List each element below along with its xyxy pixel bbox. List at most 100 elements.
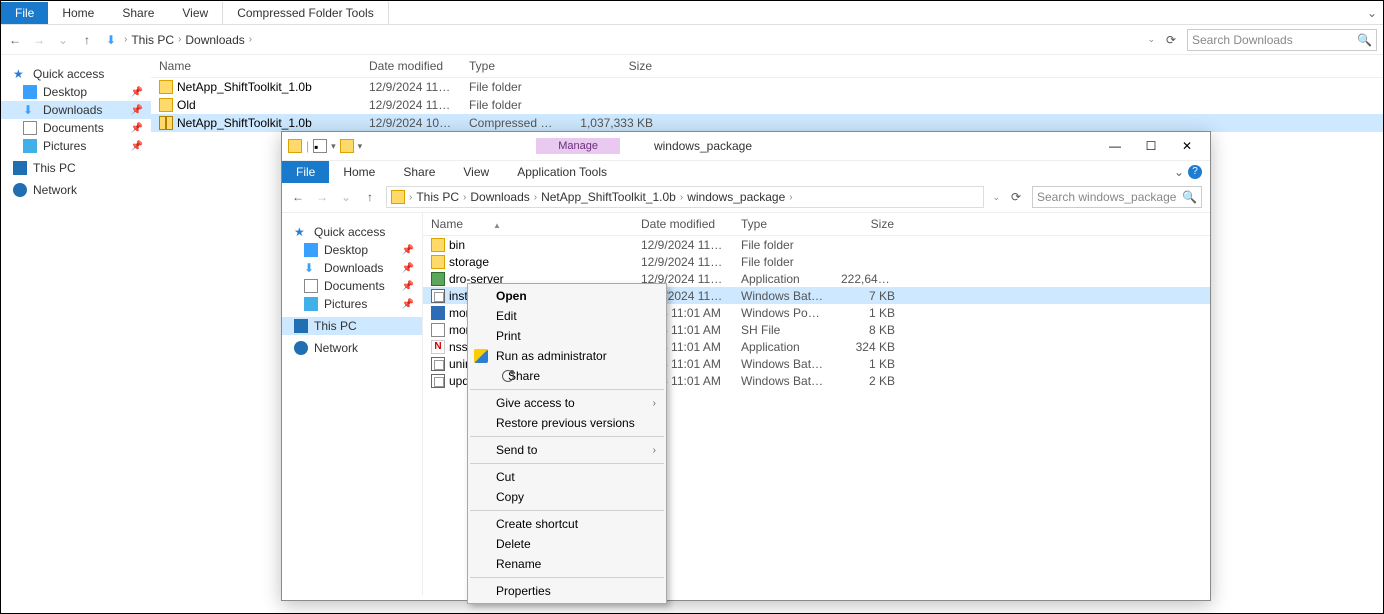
- ctx-edit[interactable]: Edit: [468, 306, 666, 326]
- sidebar-label: This PC: [33, 161, 76, 175]
- pc-icon: [294, 319, 308, 333]
- file-row[interactable]: Old 12/9/2024 11:00 AM File folder: [151, 96, 1383, 114]
- ctx-delete[interactable]: Delete: [468, 534, 666, 554]
- ctx-create-shortcut[interactable]: Create shortcut: [468, 514, 666, 534]
- sidebar-downloads[interactable]: ⬇Downloads📌: [1, 101, 151, 119]
- col-size[interactable]: Size: [833, 213, 903, 235]
- sidebar-pictures[interactable]: Pictures📌: [282, 295, 422, 313]
- help-icon[interactable]: ?: [1188, 165, 1202, 179]
- file-size: 2 KB: [833, 373, 903, 389]
- ctx-copy[interactable]: Copy: [468, 487, 666, 507]
- bat-icon: [431, 357, 445, 371]
- folder-icon: [431, 238, 445, 252]
- file-row[interactable]: bin12/9/2024 11:01 AMFile folder: [423, 236, 1210, 253]
- nav-recent-icon[interactable]: ⌄: [55, 33, 71, 47]
- ctx-restore[interactable]: Restore previous versions: [468, 413, 666, 433]
- col-date[interactable]: Date modified: [361, 55, 461, 77]
- breadcrumb-dropdown-icon[interactable]: ⌄: [992, 192, 1000, 203]
- col-name[interactable]: Name▲: [423, 213, 633, 235]
- bc-win[interactable]: windows_package: [687, 190, 785, 204]
- maximize-button[interactable]: ☐: [1134, 135, 1168, 157]
- nav-back-icon[interactable]: ←: [290, 190, 306, 204]
- ctx-run-as-admin[interactable]: Run as administrator: [468, 346, 666, 366]
- sidebar-network[interactable]: Network: [282, 339, 422, 357]
- file-row-selected[interactable]: NetApp_ShiftToolkit_1.0b 12/9/2024 10:59…: [151, 114, 1383, 132]
- win2-column-headers: Name▲ Date modified Type Size: [423, 213, 1210, 236]
- col-name[interactable]: Name: [151, 55, 361, 77]
- ctx-properties[interactable]: Properties: [468, 581, 666, 601]
- bc-downloads[interactable]: Downloads: [185, 33, 244, 47]
- minimize-button[interactable]: —: [1098, 135, 1132, 157]
- ctx-give-access[interactable]: Give access to›: [468, 393, 666, 413]
- ribbon-expand-icon[interactable]: ⌄: [1174, 165, 1184, 179]
- sidebar-documents[interactable]: Documents📌: [1, 119, 151, 137]
- win2-ribbon-share[interactable]: Share: [389, 161, 449, 183]
- nav-up-icon[interactable]: ↑: [362, 190, 378, 204]
- sidebar-documents[interactable]: Documents📌: [282, 277, 422, 295]
- sidebar-downloads[interactable]: ⬇Downloads📌: [282, 259, 422, 277]
- sidebar-label: This PC: [314, 319, 357, 333]
- ctx-cut[interactable]: Cut: [468, 467, 666, 487]
- second-explorer-window: | ▪ ▾ ▾ Manage windows_package — ☐ ✕ Fil…: [281, 131, 1211, 601]
- win2-ribbon-file[interactable]: File: [282, 161, 329, 183]
- zip-icon: [159, 116, 173, 130]
- win2-ribbon-view[interactable]: View: [449, 161, 503, 183]
- titlebar[interactable]: | ▪ ▾ ▾ Manage windows_package — ☐ ✕: [282, 132, 1210, 160]
- sidebar-this-pc[interactable]: This PC: [1, 159, 151, 177]
- ctx-open[interactable]: Open: [468, 286, 666, 306]
- bc-this-pc[interactable]: This PC: [131, 33, 174, 47]
- sidebar-label: Quick access: [314, 225, 385, 239]
- breadcrumb-dropdown-icon[interactable]: ⌄: [1147, 34, 1155, 45]
- breadcrumb[interactable]: ⬇ › This PC › Downloads ›: [103, 30, 1139, 50]
- bc-pkg[interactable]: NetApp_ShiftToolkit_1.0b: [541, 190, 676, 204]
- file-size: 1 KB: [833, 305, 903, 321]
- sidebar-desktop[interactable]: Desktop📌: [282, 241, 422, 259]
- ribbon-view[interactable]: View: [168, 2, 222, 24]
- ctx-share[interactable]: Share: [468, 366, 666, 386]
- col-type[interactable]: Type: [461, 55, 561, 77]
- refresh-icon[interactable]: ⟳: [1008, 190, 1024, 204]
- bc-downloads[interactable]: Downloads: [470, 190, 529, 204]
- contextual-tab-label[interactable]: Manage: [536, 138, 620, 154]
- sidebar-desktop[interactable]: Desktop📌: [1, 83, 151, 101]
- file-row[interactable]: storage12/9/2024 11:05 AMFile folder: [423, 253, 1210, 270]
- win2-application-tools[interactable]: Application Tools: [503, 161, 621, 183]
- search-placeholder: Search Downloads: [1192, 33, 1293, 47]
- col-size[interactable]: Size: [561, 55, 661, 77]
- qat-dropdown-icon[interactable]: ▾: [331, 141, 336, 152]
- close-button[interactable]: ✕: [1170, 135, 1204, 157]
- ribbon-compressed-tools[interactable]: Compressed Folder Tools: [222, 2, 389, 24]
- file-size: [561, 104, 661, 106]
- qat-customize-icon[interactable]: ▾: [358, 141, 363, 152]
- sidebar-network[interactable]: Network: [1, 181, 151, 199]
- sidebar-label: Pictures: [43, 139, 86, 153]
- file-row[interactable]: NetApp_ShiftToolkit_1.0b 12/9/2024 11:01…: [151, 78, 1383, 96]
- ctx-send-to[interactable]: Send to›: [468, 440, 666, 460]
- nav-back-icon[interactable]: ←: [7, 33, 23, 47]
- win2-breadcrumb[interactable]: › This PC › Downloads › NetApp_ShiftTool…: [386, 186, 984, 208]
- refresh-icon[interactable]: ⟳: [1163, 33, 1179, 47]
- col-type[interactable]: Type: [733, 213, 833, 235]
- win2-ribbon-home[interactable]: Home: [329, 161, 389, 183]
- nav-recent-icon[interactable]: ⌄: [338, 190, 354, 204]
- properties-icon[interactable]: ▪: [313, 139, 327, 153]
- sidebar-quick-access[interactable]: ★Quick access: [1, 65, 151, 83]
- win2-search-input[interactable]: Search windows_package 🔍: [1032, 186, 1202, 208]
- nav-up-icon[interactable]: ↑: [79, 33, 95, 47]
- ribbon-file[interactable]: File: [1, 2, 48, 24]
- sidebar-this-pc[interactable]: This PC: [282, 317, 422, 335]
- ctx-print[interactable]: Print: [468, 326, 666, 346]
- ribbon-share[interactable]: Share: [108, 2, 168, 24]
- col-date[interactable]: Date modified: [633, 213, 733, 235]
- ctx-rename[interactable]: Rename: [468, 554, 666, 574]
- ribbon-home[interactable]: Home: [48, 2, 108, 24]
- chevron-right-icon: ›: [653, 445, 656, 456]
- bc-this-pc[interactable]: This PC: [416, 190, 459, 204]
- sidebar-quick-access[interactable]: ★Quick access: [282, 223, 422, 241]
- sidebar-pictures[interactable]: Pictures📌: [1, 137, 151, 155]
- ribbon-expand-icon[interactable]: ⌄: [1367, 6, 1377, 20]
- nav-forward-icon[interactable]: →: [31, 33, 47, 47]
- search-input[interactable]: Search Downloads 🔍: [1187, 29, 1377, 51]
- new-folder-icon[interactable]: [340, 139, 354, 153]
- nav-forward-icon[interactable]: →: [314, 190, 330, 204]
